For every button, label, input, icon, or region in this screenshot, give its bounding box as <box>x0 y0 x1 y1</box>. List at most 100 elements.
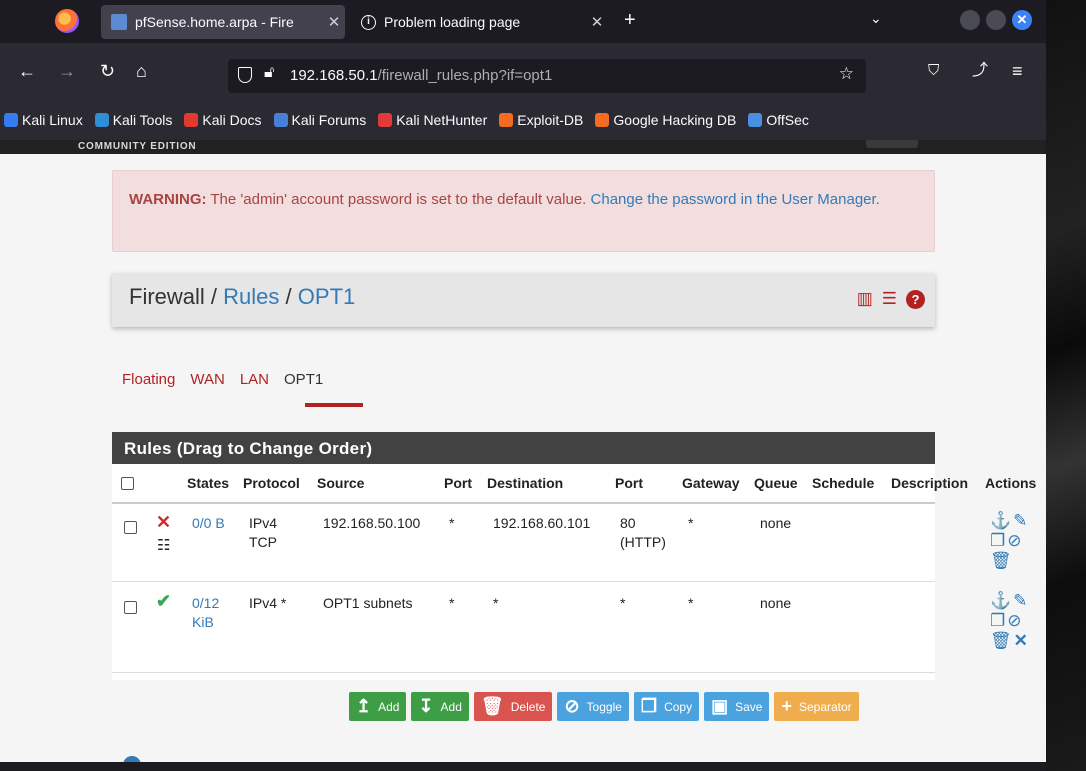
forward-arrow-icon[interactable]: → <box>58 62 76 80</box>
block-x-icon: ✕ <box>156 512 172 532</box>
kali-docs-icon <box>184 113 199 127</box>
anchor-icon[interactable]: ⚓ <box>990 511 1011 531</box>
disable-circle-icon[interactable]: ⊘ <box>1007 611 1021 631</box>
select-all-checkbox[interactable] <box>121 477 134 490</box>
reload-icon[interactable]: ↻ <box>100 62 115 80</box>
menu-hamburger-icon[interactable]: ≡ <box>1012 62 1023 80</box>
breadcrumb-opt1-link[interactable]: OPT1 <box>298 284 355 309</box>
bookmark-google-hacking-db[interactable]: Google Hacking DB <box>595 112 736 128</box>
tab-wan[interactable]: WAN <box>190 371 224 388</box>
states-link[interactable]: 0/12 <box>192 594 219 613</box>
bookmark-kali-nethunter[interactable]: Kali NetHunter <box>378 112 487 128</box>
bookmark-star-icon[interactable]: ☆ <box>839 64 854 84</box>
list-all-tabs-chevron-icon[interactable]: ⌄ <box>870 10 882 27</box>
firefox-logo-icon <box>55 9 79 33</box>
bookmark-kali-linux[interactable]: Kali Linux <box>4 112 83 128</box>
edit-pencil-icon[interactable]: ✎ <box>1013 591 1027 611</box>
plus-icon: + <box>781 696 792 716</box>
row-divider <box>112 581 935 582</box>
tab-lan[interactable]: LAN <box>240 371 269 388</box>
tab-problem-loading[interactable]: i Problem loading page ✕ <box>353 5 608 39</box>
row-actions: ⚓ ✎ ❐ ⊘ 🗑︎ <box>990 511 1027 571</box>
disable-circle-icon[interactable]: ⊘ <box>1007 531 1021 551</box>
pfsense-header: COMMUNITY EDITION <box>0 140 1046 154</box>
new-tab-plus-icon[interactable]: + <box>624 9 636 32</box>
destination-port-cell: * <box>620 595 626 611</box>
close-tab-icon[interactable]: ✕ <box>586 13 608 31</box>
bookmark-kali-forums[interactable]: Kali Forums <box>273 112 366 128</box>
trash-icon: 🗑︎ <box>480 696 504 716</box>
bookmark-exploit-db[interactable]: Exploit-DB <box>499 112 583 128</box>
header-gateway: Gateway <box>682 475 740 491</box>
warning-label: WARNING: <box>129 191 207 208</box>
google-hacking-db-icon <box>595 113 610 127</box>
tab-floating[interactable]: Floating <box>122 371 175 388</box>
save-icon: ▣ <box>711 696 729 716</box>
delete-x-icon[interactable]: ✕ <box>1014 631 1028 651</box>
destination-cell: * <box>493 595 499 611</box>
default-password-warning: WARNING: The 'admin' account password is… <box>112 170 935 252</box>
row-select-checkbox[interactable] <box>124 521 137 534</box>
save-button[interactable]: ▣ Save <box>704 692 770 721</box>
tab-opt1[interactable]: OPT1 <box>284 371 323 388</box>
toggle-button[interactable]: ⊘ Toggle <box>557 692 629 721</box>
ban-icon: ⊘ <box>564 696 580 716</box>
source-port-cell: * <box>449 515 455 531</box>
header-menu-button[interactable] <box>866 140 918 148</box>
breadcrumb-separator: / <box>285 284 292 309</box>
row-select-checkbox[interactable] <box>124 601 137 614</box>
breadcrumb-rules-link[interactable]: Rules <box>223 284 279 309</box>
rule-buttons: ↥ Add ↧ Add 🗑︎ Delete ⊘ Toggle ❐ Copy ▣ Save +… <box>349 692 859 721</box>
change-password-link[interactable]: Change the password in the User Manager. <box>591 191 880 208</box>
warning-text: The 'admin' account password is set to t… <box>206 191 591 208</box>
header-queue: Queue <box>754 475 798 491</box>
home-icon[interactable]: ⌂ <box>136 62 147 80</box>
copy-button[interactable]: ❐ Copy <box>633 692 700 721</box>
back-arrow-icon[interactable]: ← <box>18 62 36 80</box>
pocket-icon[interactable]: ⛉ <box>928 62 939 80</box>
destination-cell: 192.168.60.101 <box>493 515 591 531</box>
bookmark-kali-docs[interactable]: Kali Docs <box>184 112 262 128</box>
close-window-button[interactable]: ✕ <box>1012 10 1032 30</box>
add-top-button[interactable]: ↥ Add <box>349 692 407 721</box>
queue-cell: none <box>760 515 792 531</box>
anchor-icon[interactable]: ⚓ <box>990 591 1011 611</box>
minimize-window-button[interactable] <box>960 10 980 30</box>
tracking-shield-icon[interactable] <box>238 67 252 83</box>
separator-button[interactable]: + Separator <box>774 692 859 721</box>
header-protocol: Protocol <box>243 475 300 491</box>
breadcrumb-icons: ▥ ☰ ? <box>857 289 925 309</box>
header-schedule: Schedule <box>812 475 875 491</box>
header-states: States <box>187 475 230 491</box>
states-link[interactable]: 0/0 B <box>192 514 225 533</box>
states-link-2[interactable]: KiB <box>192 613 214 632</box>
rules-panel-title: Rules (Drag to Change Order) <box>112 432 935 464</box>
delete-trash-icon[interactable]: 🗑︎ <box>990 631 1012 651</box>
delete-trash-icon[interactable]: 🗑︎ <box>990 551 1012 571</box>
copy-icon[interactable]: ❐ <box>990 611 1005 631</box>
row-divider <box>112 672 935 673</box>
delete-button[interactable]: 🗑︎ Delete <box>473 692 553 721</box>
maximize-window-button[interactable] <box>986 10 1006 30</box>
bookmark-kali-tools[interactable]: Kali Tools <box>94 112 172 128</box>
url-bar[interactable]: 🔓︎ 192.168.50.1/firewall_rules.php?if=op… <box>228 59 866 93</box>
bookmark-offsec[interactable]: OffSec <box>748 112 809 128</box>
bookmarks-toolbar: Kali Linux Kali Tools Kali Docs Kali For… <box>0 100 1046 140</box>
extensions-icon[interactable]: ⤴ <box>972 62 988 80</box>
close-tab-icon[interactable]: ✕ <box>323 13 345 31</box>
log-list-icon[interactable]: ☰ <box>882 289 897 309</box>
kali-tools-icon <box>94 113 109 127</box>
rules-panel: Rules (Drag to Change Order) States Prot… <box>112 432 1046 680</box>
header-description: Description <box>891 475 969 491</box>
kali-linux-icon <box>4 113 18 127</box>
status-chart-icon[interactable]: ▥ <box>857 289 873 309</box>
row-actions: ⚓ ✎ ❐ ⊘ 🗑︎ ✕ <box>990 591 1028 651</box>
arrow-up-icon: ↥ <box>356 696 372 716</box>
help-question-icon[interactable]: ? <box>906 289 925 309</box>
add-bottom-button[interactable]: ↧ Add <box>411 692 469 721</box>
edit-pencil-icon[interactable]: ✎ <box>1013 511 1027 531</box>
tab-pfsense[interactable]: pfSense.home.arpa - Fire ✕ <box>101 5 345 39</box>
copy-icon[interactable]: ❐ <box>990 531 1005 551</box>
insecure-lock-icon[interactable]: 🔓︎ <box>264 64 274 82</box>
header-source-port: Port <box>444 475 472 491</box>
